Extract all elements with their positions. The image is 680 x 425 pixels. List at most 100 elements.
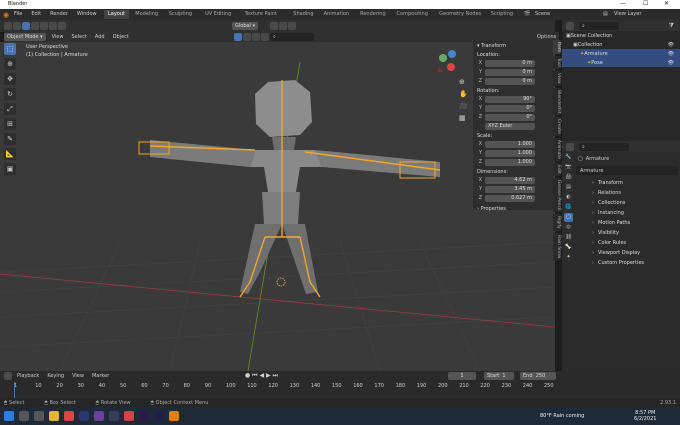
viewport-menu-view[interactable]: View bbox=[52, 34, 64, 40]
constraints-tab-icon[interactable]: ⛓ bbox=[564, 233, 573, 242]
output-tab-icon[interactable]: 🖨 bbox=[564, 173, 573, 182]
bone-tab-icon[interactable]: ✦ bbox=[564, 253, 573, 262]
tab-scripting[interactable]: Scripting bbox=[487, 10, 517, 19]
location-x-field[interactable]: 0 m bbox=[485, 59, 535, 67]
select-new-icon[interactable] bbox=[22, 22, 30, 30]
viewport-menu-object[interactable]: Object bbox=[113, 34, 129, 40]
properties-search-input[interactable]: ⌕ bbox=[579, 142, 629, 151]
scale-x-field[interactable]: 1.000 bbox=[485, 140, 535, 148]
current-frame-field[interactable]: 1 bbox=[448, 372, 476, 380]
properties-editor-icon[interactable] bbox=[566, 142, 574, 151]
scene-name[interactable]: Scene bbox=[535, 11, 550, 17]
sidebar-tab-blenderkit[interactable]: BlenderKit bbox=[553, 87, 561, 116]
location-y-field[interactable]: 0 m bbox=[485, 68, 535, 76]
photoshop-icon[interactable] bbox=[79, 411, 89, 421]
tab-layout[interactable]: Layout bbox=[104, 10, 129, 19]
after-effects-icon[interactable] bbox=[154, 411, 164, 421]
outliner-row[interactable]: ✦ Pose 👁 bbox=[562, 58, 680, 67]
playback-controls[interactable]: ● ⏮ ◀ ▶ ⏭ bbox=[245, 372, 278, 380]
xray-icon[interactable] bbox=[261, 33, 269, 41]
select-invert-icon[interactable] bbox=[49, 22, 57, 30]
panel-visibility[interactable]: Visibility bbox=[576, 228, 678, 237]
scale-z-field[interactable]: 1.000 bbox=[485, 158, 535, 166]
world-tab-icon[interactable]: 🌐 bbox=[564, 203, 573, 212]
measure-tool-icon[interactable]: 📐 bbox=[4, 148, 16, 160]
sidebar-tab-create[interactable]: Create bbox=[553, 117, 561, 137]
tab-texture-paint[interactable]: Texture Paint bbox=[241, 10, 281, 19]
file-explorer-icon[interactable] bbox=[49, 411, 59, 421]
panel-motion-paths[interactable]: Motion Paths bbox=[576, 218, 678, 227]
tool-settings-icon[interactable] bbox=[13, 22, 21, 30]
weather-widget[interactable]: 80°F Rain coming bbox=[540, 413, 584, 419]
dimension-z-field[interactable]: 0.627 m bbox=[485, 194, 535, 202]
timeline-menu-playback[interactable]: Playback bbox=[17, 373, 39, 379]
render-tab-icon[interactable]: 📷 bbox=[564, 163, 573, 172]
filter-icon[interactable]: ⧩ bbox=[669, 22, 674, 30]
frame-ruler[interactable]: 1 10 20 30 40 50 60 70 80 90 100 110 120 130 140 150 160… bbox=[0, 383, 560, 391]
rotation-mode-dropdown[interactable]: XYZ Euler bbox=[485, 122, 535, 130]
panel-instancing[interactable]: Instancing bbox=[576, 208, 678, 217]
outliner-row[interactable]: ▣ Scene Collection bbox=[562, 31, 680, 40]
physics-tab-icon[interactable]: ◎ bbox=[564, 223, 573, 232]
tab-compositing[interactable]: Compositing bbox=[393, 10, 432, 19]
sidebar-tab-edit[interactable]: Edit bbox=[553, 162, 561, 176]
timeline-menu-view[interactable]: View bbox=[72, 373, 84, 379]
tab-modeling[interactable]: Modeling bbox=[131, 10, 162, 19]
dimension-y-field[interactable]: 3.45 m bbox=[485, 185, 535, 193]
transform-tool-icon[interactable]: ⊞ bbox=[4, 118, 16, 130]
blender-logo-icon[interactable]: ◉ bbox=[3, 11, 9, 19]
viewport-search-input[interactable]: ⌕ bbox=[270, 33, 314, 41]
select-intersect-icon[interactable] bbox=[58, 22, 66, 30]
dimension-x-field[interactable]: 4.62 m bbox=[485, 176, 535, 184]
visibility-icon[interactable]: 👁 bbox=[668, 60, 674, 66]
panel-color-rules[interactable]: Color Rules bbox=[576, 238, 678, 247]
properties-header[interactable]: › Properties bbox=[477, 206, 553, 212]
tool-tab-icon[interactable]: 🔧 bbox=[564, 153, 573, 162]
menu-window[interactable]: Window bbox=[77, 11, 97, 17]
gizmo-icon[interactable] bbox=[243, 33, 251, 41]
snap-icon[interactable] bbox=[279, 22, 287, 30]
clock[interactable]: 8:57 PM 6/2/2021 bbox=[634, 410, 656, 422]
move-tool-icon[interactable]: ✥ bbox=[4, 73, 16, 85]
sidebar-tab-item[interactable]: Item bbox=[553, 40, 561, 55]
tab-shading[interactable]: Shading bbox=[289, 10, 317, 19]
playhead[interactable] bbox=[14, 382, 15, 398]
menu-render[interactable]: Render bbox=[50, 11, 68, 17]
data-tab-icon[interactable]: 🦴 bbox=[564, 243, 573, 252]
view-layer-name[interactable]: View Layer bbox=[614, 11, 641, 17]
outliner-row[interactable]: ▣ Collection 👁 bbox=[562, 40, 680, 49]
timeline-menu-marker[interactable]: Marker bbox=[92, 373, 109, 379]
timeline-editor-icon[interactable] bbox=[4, 372, 12, 380]
menu-edit[interactable]: Edit bbox=[31, 11, 41, 17]
close-button[interactable]: ✕ bbox=[664, 0, 669, 7]
3d-viewport[interactable] bbox=[0, 42, 555, 371]
orientation-dropdown[interactable]: Global ▾ bbox=[232, 22, 259, 30]
camera-view-icon[interactable]: 🎥 bbox=[459, 102, 471, 110]
scale-tool-icon[interactable]: ⤢ bbox=[4, 103, 16, 115]
annotate-tool-icon[interactable]: ✎ bbox=[4, 133, 16, 145]
sidebar-tab-grease-pencil[interactable]: Grease Pencil bbox=[553, 177, 561, 213]
windows-start-icon[interactable] bbox=[4, 411, 14, 421]
ortho-toggle-icon[interactable]: ▦ bbox=[459, 114, 471, 122]
premiere-icon[interactable] bbox=[139, 411, 149, 421]
pivot-icon[interactable] bbox=[270, 22, 278, 30]
panel-relations[interactable]: Relations bbox=[576, 188, 678, 197]
app-icon[interactable] bbox=[124, 411, 134, 421]
tab-geometry-nodes[interactable]: Geometry Nodes bbox=[435, 10, 485, 19]
tab-sculpting[interactable]: Sculpting bbox=[165, 10, 196, 19]
chrome-icon[interactable] bbox=[64, 411, 74, 421]
outliner-search-input[interactable]: ⌕ bbox=[579, 21, 619, 30]
task-view-icon[interactable] bbox=[34, 411, 44, 421]
panel-viewport-display[interactable]: Viewport Display bbox=[576, 248, 678, 257]
sidebar-tab-view[interactable]: View bbox=[553, 71, 561, 86]
panel-transform[interactable]: Transform bbox=[576, 178, 678, 187]
start-frame-field[interactable]: Start 1 bbox=[484, 372, 514, 380]
tab-rendering[interactable]: Rendering bbox=[356, 10, 390, 19]
sidebar-tab-rain-snow[interactable]: Rain Snow bbox=[553, 232, 561, 261]
rotate-tool-icon[interactable]: ↻ bbox=[4, 88, 16, 100]
minimize-button[interactable]: — bbox=[620, 0, 626, 7]
tab-animation[interactable]: Animation bbox=[320, 10, 354, 19]
sidebar-tab-rigify[interactable]: Rigify bbox=[553, 214, 561, 231]
search-icon[interactable] bbox=[19, 411, 29, 421]
pan-icon[interactable]: ✋ bbox=[459, 90, 471, 98]
